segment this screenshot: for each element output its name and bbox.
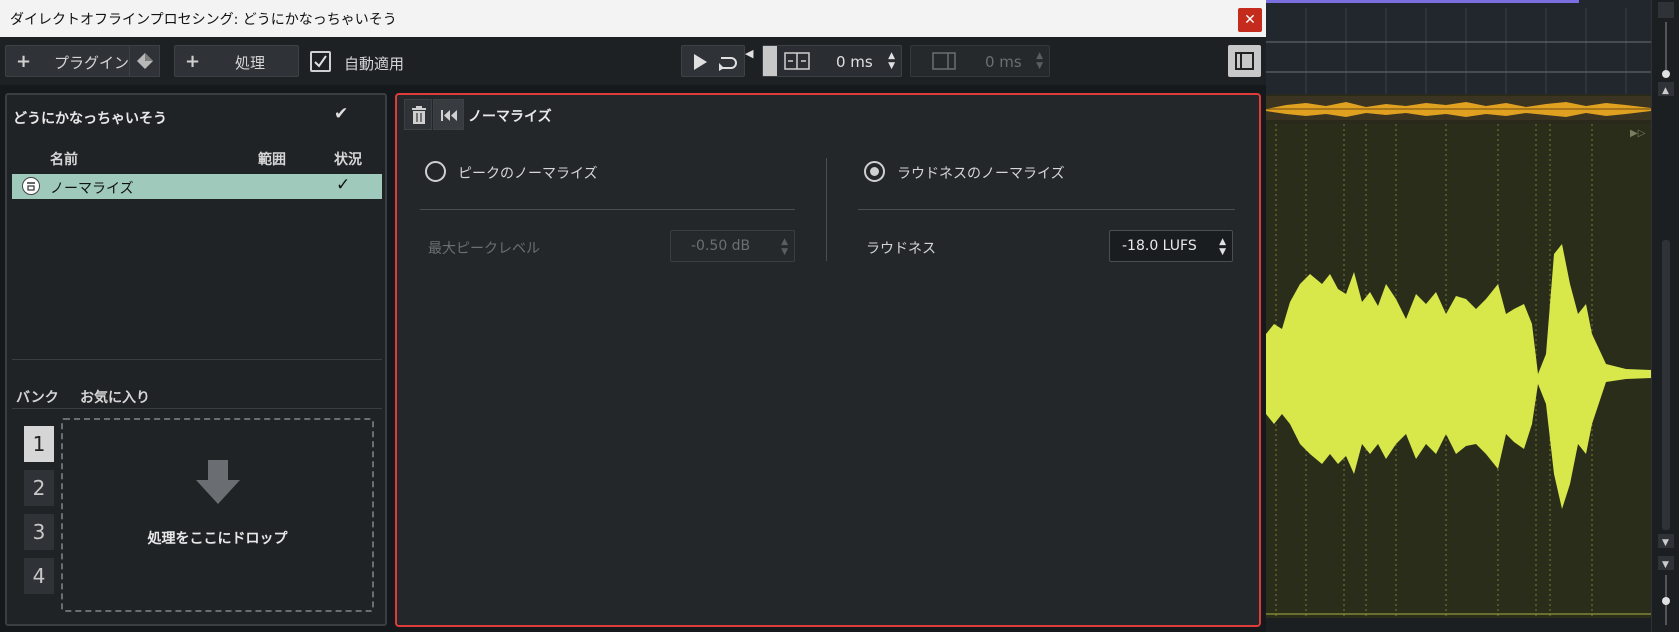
clip-name: どうにかなっちゃいそう xyxy=(13,111,167,127)
add-plugin-button[interactable]: + プラグイン xyxy=(5,45,130,77)
bank-button-3[interactable]: 3 xyxy=(24,514,54,550)
process-drop-zone[interactable]: 処理をここにドロップ xyxy=(61,418,374,612)
pre-roll-value: 0 ms xyxy=(836,53,873,71)
window-title: ダイレクトオフラインプロセシング: どうにかなっちゃいそう xyxy=(10,12,397,28)
toolbar: + プラグイン + 処理 xyxy=(0,37,1266,85)
trash-icon xyxy=(412,106,426,124)
play-icon[interactable] xyxy=(689,51,711,73)
loudness-normalize-radio[interactable] xyxy=(864,161,885,182)
close-button[interactable]: ✕ xyxy=(1238,8,1262,32)
divider xyxy=(12,359,382,360)
auto-apply-checkbox[interactable] xyxy=(310,51,331,72)
waveform-display[interactable]: ▶▷ xyxy=(1266,124,1651,618)
divider xyxy=(12,408,382,409)
svg-text:▲: ▲ xyxy=(1662,86,1669,96)
max-peak-label: 最大ピークレベル xyxy=(428,241,540,257)
waveform: ▶▷ xyxy=(1266,124,1651,618)
process-status: ✓ xyxy=(336,175,351,195)
process-type-icon xyxy=(22,177,40,195)
preview-controls xyxy=(681,45,745,77)
svg-text:▼: ▼ xyxy=(1662,538,1669,548)
post-roll-spinner[interactable]: ▲ ▼ xyxy=(1036,51,1043,71)
column-status: 状況 xyxy=(334,152,362,168)
delete-process-button[interactable] xyxy=(404,99,432,130)
waveform-editor: ▶▷ ▲ ▼ ▼ xyxy=(1266,0,1679,632)
process-name: ノーマライズ xyxy=(50,181,134,197)
ruler-grid xyxy=(1266,8,1651,94)
drop-hint-text: 処理をここにドロップ xyxy=(147,531,288,547)
divider xyxy=(420,209,795,210)
divider xyxy=(826,158,827,261)
pre-roll-field[interactable]: ▲ ▼ xyxy=(762,45,902,77)
divider xyxy=(858,209,1235,210)
plus-icon: + xyxy=(185,51,201,72)
process-row-normalize[interactable]: ノーマライズ ✓ xyxy=(12,174,382,199)
bank-button-1[interactable]: 1 xyxy=(24,426,54,462)
max-peak-field[interactable]: -0.50 dB ▲ ▼ xyxy=(670,230,795,262)
loudness-field[interactable]: -18.0 LUFS ▲ ▼ xyxy=(1109,230,1233,262)
pre-roll-handle[interactable] xyxy=(763,46,777,76)
pre-roll-spinner[interactable]: ▲ ▼ xyxy=(888,51,895,71)
favorites-tab[interactable]: お気に入り xyxy=(80,387,150,407)
post-roll-value: 0 ms xyxy=(985,53,1022,71)
add-process-button[interactable]: + 処理 xyxy=(174,45,299,77)
pre-roll-icon xyxy=(784,52,810,70)
process-title: ノーマライズ xyxy=(468,109,552,125)
loudness-normalize-label: ラウドネスのノーマライズ xyxy=(897,166,1065,182)
normalize-glyph-icon xyxy=(27,182,35,191)
svg-text:▼: ▼ xyxy=(1662,560,1669,570)
panel-icon xyxy=(1235,52,1254,70)
timeline-ruler[interactable] xyxy=(1266,0,1651,94)
direct-offline-processing-window: ダイレクトオフラインプロセシング: どうにかなっちゃいそう ✕ + プラグイン … xyxy=(0,0,1266,632)
loudness-spinner[interactable]: ▲ ▼ xyxy=(1219,237,1226,257)
post-roll-icon xyxy=(932,52,956,70)
add-plugin-label: プラグイン xyxy=(54,54,130,72)
loop-arrow-icon: ◀ xyxy=(745,47,754,60)
overview-waveform xyxy=(1266,96,1651,120)
loop-icon[interactable] xyxy=(715,51,741,73)
max-peak-spinner[interactable]: ▲ ▼ xyxy=(781,237,788,257)
column-range: 範囲 xyxy=(258,152,286,168)
apply-check-icon[interactable]: ✔ xyxy=(334,104,348,124)
bank-tab[interactable]: バンク xyxy=(16,387,59,407)
reset-process-button[interactable] xyxy=(433,99,464,130)
loudness-value: -18.0 LUFS xyxy=(1122,238,1197,254)
plugin-menu-button[interactable] xyxy=(129,45,160,77)
bank-button-4[interactable]: 4 xyxy=(24,558,54,594)
column-name: 名前 xyxy=(50,152,78,168)
peak-normalize-radio[interactable] xyxy=(425,161,446,182)
waveform-footer xyxy=(1266,618,1651,632)
skip-back-icon xyxy=(441,110,457,121)
peak-normalize-label: ピークのノーマライズ xyxy=(458,166,598,182)
drop-arrow-icon xyxy=(196,460,240,504)
post-roll-field[interactable]: ▲ ▼ xyxy=(910,45,1050,77)
svg-text:▶▷: ▶▷ xyxy=(1630,128,1646,139)
check-icon xyxy=(314,55,327,68)
bank-button-2[interactable]: 2 xyxy=(24,470,54,506)
sidebar-toggle-button[interactable] xyxy=(1228,45,1261,77)
overview-lane xyxy=(1266,94,1651,124)
plus-icon: + xyxy=(16,51,32,72)
auto-apply-label: 自動適用 xyxy=(344,55,405,73)
zoom-controls: ▲ ▼ ▼ xyxy=(1658,2,1674,625)
max-peak-value: -0.50 dB xyxy=(691,238,751,254)
diamond-icon xyxy=(137,53,153,69)
vertical-scrollbar[interactable]: ▲ ▼ ▼ xyxy=(1651,0,1679,632)
add-process-label: 処理 xyxy=(235,54,266,72)
title-bar: ダイレクトオフラインプロセシング: どうにかなっちゃいそう ✕ xyxy=(0,0,1266,37)
loudness-label: ラウドネス xyxy=(866,241,936,257)
